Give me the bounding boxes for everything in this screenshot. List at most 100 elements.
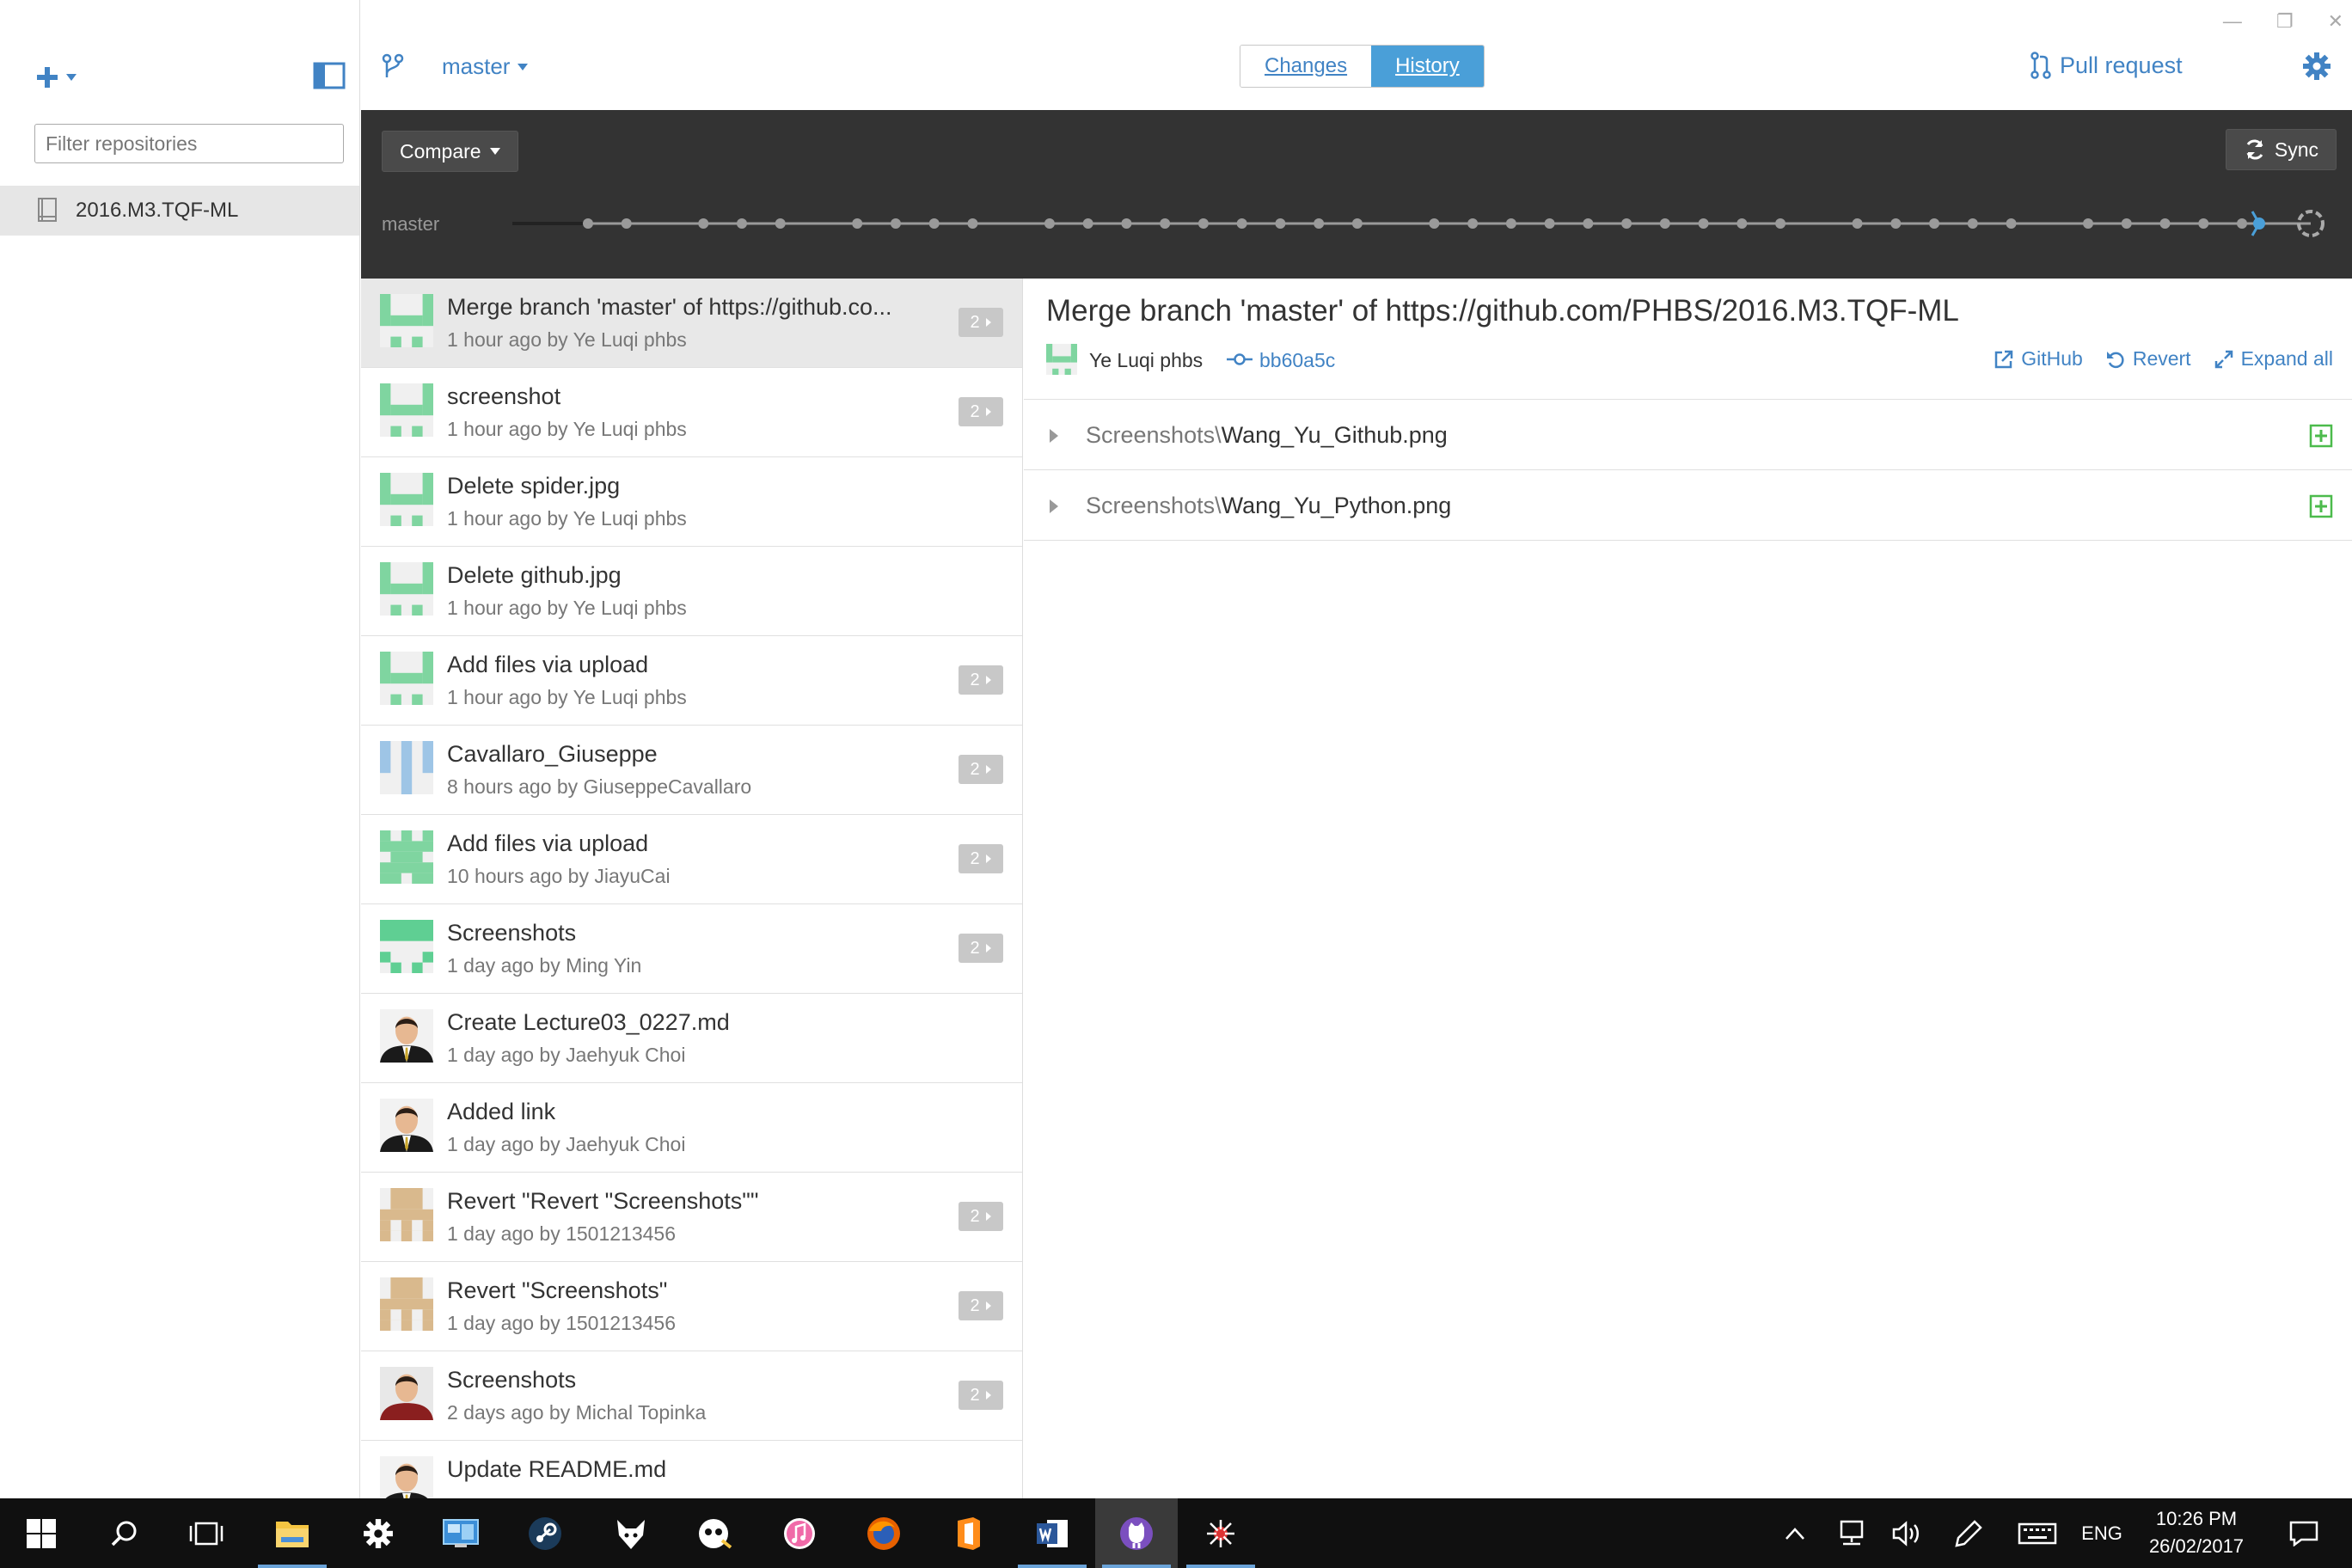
changed-files-badge[interactable]: 2	[959, 665, 1003, 695]
timeline-commit-dot[interactable]	[1929, 218, 1940, 229]
volume-icon[interactable]	[1886, 1498, 1927, 1568]
commit-row[interactable]: Screenshots 1 day ago by Ming Yin 2	[361, 904, 1022, 994]
commit-row[interactable]: Added link 1 day ago by Jaehyuk Choi	[361, 1083, 1022, 1173]
selected-commit-marker[interactable]	[2251, 211, 2265, 236]
timeline-commit-dot[interactable]	[621, 218, 632, 229]
firefox-icon[interactable]	[842, 1498, 925, 1568]
steam-icon[interactable]	[504, 1498, 586, 1568]
timeline-commit-dot[interactable]	[2006, 218, 2017, 229]
timeline-commit-dot[interactable]	[1314, 218, 1325, 229]
remote-desktop-icon[interactable]	[420, 1498, 502, 1568]
timeline-commit-dot[interactable]	[1197, 218, 1209, 229]
commit-row[interactable]: Update README.md	[361, 1441, 1022, 1498]
timeline-commit-dot[interactable]	[890, 218, 901, 229]
timeline-commit-dot[interactable]	[1236, 218, 1247, 229]
timeline-commit-dot[interactable]	[1544, 218, 1555, 229]
settings-button[interactable]	[2302, 52, 2331, 81]
timeline-commit-dot[interactable]	[2083, 218, 2094, 229]
changed-files-badge[interactable]: 2	[959, 934, 1003, 963]
timeline-commit-dot[interactable]	[1429, 218, 1440, 229]
revert-button[interactable]: Revert	[2105, 347, 2191, 371]
task-view-icon[interactable]	[165, 1498, 248, 1568]
changed-file-row[interactable]: Screenshots\Wang_Yu_Python.png	[1024, 470, 2352, 541]
timeline-commit-dot[interactable]	[1698, 218, 1709, 229]
office-icon[interactable]	[927, 1498, 1009, 1568]
file-explorer-icon[interactable]	[251, 1498, 334, 1568]
pen-icon[interactable]	[1948, 1498, 1989, 1568]
tab-history[interactable]: History	[1371, 46, 1484, 87]
commit-row[interactable]: Delete github.jpg 1 hour ago by Ye Luqi p…	[361, 547, 1022, 636]
commit-row[interactable]: Delete spider.jpg 1 hour ago by Ye Luqi p…	[361, 457, 1022, 547]
timeline-commit-dot[interactable]	[775, 218, 786, 229]
timeline-commit-dot[interactable]	[1121, 218, 1132, 229]
timeline-commit-dot[interactable]	[1967, 218, 1978, 229]
commit-row[interactable]: Screenshots 2 days ago by Michal Topinka 2	[361, 1351, 1022, 1441]
commit-row[interactable]: Merge branch 'master' of https://github.…	[361, 279, 1022, 368]
start-icon[interactable]	[0, 1498, 83, 1568]
timeline-commit-dot[interactable]	[1890, 218, 1902, 229]
timeline-commit-dot[interactable]	[1160, 218, 1171, 229]
timeline-commit-dot[interactable]	[852, 218, 863, 229]
branch-selector[interactable]: master	[442, 53, 529, 80]
search-icon[interactable]	[83, 1498, 165, 1568]
close-icon[interactable]: ✕	[2328, 10, 2343, 33]
expand-arrow-icon[interactable]	[1048, 427, 1060, 444]
timeline-commit-dot[interactable]	[1659, 218, 1670, 229]
commit-sha-link[interactable]: bb60a5c	[1259, 349, 1335, 372]
timeline-commit-dot[interactable]	[1852, 218, 1863, 229]
pull-request-button[interactable]: Pull request	[2030, 52, 2183, 79]
commit-row[interactable]: Add files via upload 1 hour ago by Ye Luq…	[361, 636, 1022, 726]
timeline-commit-dot[interactable]	[2198, 218, 2209, 229]
restore-icon[interactable]: ❐	[2276, 10, 2294, 33]
timeline-commit-dot[interactable]	[1736, 218, 1748, 229]
fox-app-icon[interactable]	[590, 1498, 672, 1568]
timeline-commit-dot[interactable]	[1275, 218, 1286, 229]
timeline-commit-dot[interactable]	[736, 218, 747, 229]
commit-row[interactable]: Revert "Screenshots" 1 day ago by 1501213…	[361, 1262, 1022, 1351]
timeline-commit-dot[interactable]	[1505, 218, 1516, 229]
view-on-github-button[interactable]: GitHub	[1994, 347, 2083, 371]
timeline-commit-dot[interactable]	[1775, 218, 1786, 229]
commit-row[interactable]: Create Lecture03_0227.md 1 day ago by Jae…	[361, 994, 1022, 1083]
show-hidden-icons-icon[interactable]	[1776, 1498, 1814, 1568]
changed-files-badge[interactable]: 2	[959, 1381, 1003, 1410]
commit-row[interactable]: screenshot 1 hour ago by Ye Luqi phbs 2	[361, 368, 1022, 457]
filter-repositories-input[interactable]	[34, 124, 344, 163]
commit-row[interactable]: Revert "Revert "Screenshots"" 1 day ago b…	[361, 1173, 1022, 1262]
timeline-commit-dot[interactable]	[1621, 218, 1632, 229]
timeline-commit-dot[interactable]	[1467, 218, 1479, 229]
keyboard-icon[interactable]	[2013, 1498, 2061, 1568]
sync-button[interactable]: Sync	[2225, 129, 2337, 170]
changed-files-badge[interactable]: 2	[959, 844, 1003, 873]
expand-all-button[interactable]: Expand all	[2214, 347, 2333, 371]
github-desktop-icon[interactable]	[1095, 1498, 1178, 1568]
settings-icon[interactable]	[337, 1498, 420, 1568]
timeline-commit-dot[interactable]	[1351, 218, 1363, 229]
add-repository-button[interactable]	[34, 60, 86, 95]
commit-row[interactable]: Add files via upload 10 hours ago by Jiay…	[361, 815, 1022, 904]
repository-item[interactable]: 2016.M3.TQF-ML	[0, 186, 359, 236]
network-icon[interactable]	[1831, 1498, 1872, 1568]
taskbar-clock[interactable]: 10:26 PM 26/02/2017	[2123, 1505, 2269, 1560]
timeline-commit-dot[interactable]	[2121, 218, 2132, 229]
commit-row[interactable]: Cavallaro_Giuseppe 8 hours ago by Giusepp…	[361, 726, 1022, 815]
timeline-commit-dot[interactable]	[583, 218, 593, 229]
changed-files-badge[interactable]: 2	[959, 1291, 1003, 1320]
compare-button[interactable]: Compare	[382, 131, 518, 172]
timeline-commit-dot[interactable]	[928, 218, 940, 229]
timeline-commit-dot[interactable]	[2237, 218, 2247, 229]
minimize-icon[interactable]: —	[2223, 10, 2242, 33]
changed-files-badge[interactable]: 2	[959, 308, 1003, 337]
action-center-icon[interactable]	[2278, 1498, 2330, 1568]
changed-files-badge[interactable]: 2	[959, 397, 1003, 426]
changed-files-badge[interactable]: 2	[959, 1202, 1003, 1231]
tab-changes[interactable]: Changes	[1240, 46, 1372, 87]
expand-arrow-icon[interactable]	[1048, 498, 1060, 515]
spider-app-icon[interactable]	[1179, 1498, 1262, 1568]
mascot-app-icon[interactable]	[674, 1498, 756, 1568]
timeline-commit-dot[interactable]	[1044, 218, 1055, 229]
timeline-commit-dot[interactable]	[1583, 218, 1594, 229]
timeline-commit-dot[interactable]	[698, 218, 709, 229]
commit-timeline[interactable]	[499, 196, 2352, 251]
changed-file-row[interactable]: Screenshots\Wang_Yu_Github.png	[1024, 400, 2352, 470]
